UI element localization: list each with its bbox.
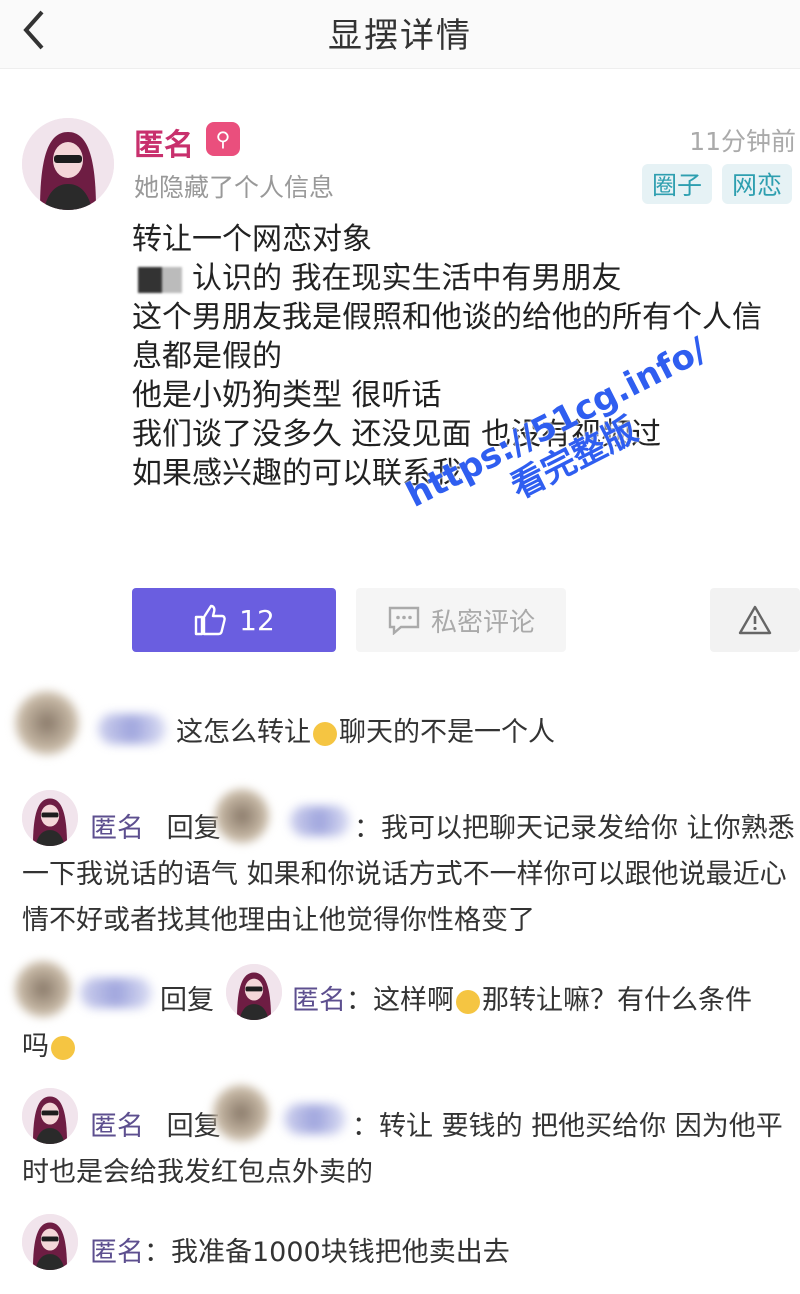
- emoji-smile-icon: [456, 989, 480, 1014]
- private-comment-label: 私密评论: [430, 607, 535, 638]
- avatar-woman-icon: [22, 1088, 78, 1144]
- blurred-username: [98, 714, 166, 744]
- author-name[interactable]: 匿名: [134, 120, 194, 164]
- post-time: 11分钟前: [689, 127, 796, 156]
- comment-author[interactable]: 匿名: [90, 813, 144, 844]
- comment-text: 这怎么转让 聊天的不是一个人: [176, 717, 555, 748]
- chat-bubble-icon: [388, 606, 420, 635]
- tag-online-dating[interactable]: 网恋: [721, 164, 792, 204]
- page-title: 显摆详情: [328, 16, 472, 56]
- comment-text: 时也是会给我发红包点外卖的: [22, 1157, 373, 1188]
- blurred-username: [284, 1104, 346, 1134]
- comment-text: 匿名：我准备1000块钱把他卖出去: [90, 1237, 510, 1268]
- like-button[interactable]: 12: [132, 588, 336, 652]
- comment-text: 一下我说话的语气 如果和你说话方式不一样你可以跟他说最近心: [22, 859, 787, 890]
- anon-avatar[interactable]: [22, 790, 78, 846]
- post-line: 认识的 我在现实生活中有男朋友: [132, 259, 792, 298]
- avatar-woman-icon: [22, 1214, 78, 1270]
- comment-author[interactable]: 匿名: [90, 1237, 144, 1268]
- report-button[interactable]: [710, 588, 800, 652]
- top-bar: 显摆详情: [0, 0, 800, 69]
- reply-label: 回复: [160, 985, 214, 1016]
- comment-header: 匿名 回复: [90, 806, 221, 845]
- post-line: 转让一个网恋对象: [132, 222, 372, 257]
- comment-header: 匿名 回复: [90, 1104, 221, 1143]
- private-comment-button[interactable]: 私密评论: [356, 588, 566, 652]
- emoji-grin-icon: [313, 721, 337, 746]
- thumbs-up-icon: [194, 604, 226, 636]
- comment-text: ：我可以把聊天记录发给你 让你熟悉: [354, 813, 795, 844]
- blurred-avatar: [12, 958, 74, 1020]
- author-avatar[interactable]: [22, 118, 114, 210]
- author-hidden-info: 她隐藏了个人信息: [134, 173, 335, 202]
- reply-target[interactable]: 匿名: [292, 985, 346, 1016]
- blurred-username: [80, 978, 152, 1008]
- warning-triangle-icon: [738, 605, 772, 635]
- emoji-laugh-icon: [51, 1035, 75, 1060]
- comment-text: ：转让 要钱的 把他买给你 因为他平: [352, 1111, 783, 1142]
- redacted-text: [138, 266, 182, 293]
- comment-author[interactable]: 匿名: [90, 1111, 144, 1142]
- blurred-avatar: [210, 1082, 272, 1144]
- anonymous-badge-icon: ⚲: [206, 122, 240, 156]
- comment-text: 情不好或者找其他理由让他觉得你性格变了: [22, 905, 535, 936]
- avatar-woman-icon: [226, 964, 282, 1020]
- anon-avatar[interactable]: [226, 964, 282, 1020]
- like-count: 12: [239, 603, 275, 637]
- comment-text: 匿名：这样啊 那转让嘛？有什么条件: [292, 985, 752, 1016]
- anon-avatar[interactable]: [22, 1214, 78, 1270]
- blurred-avatar: [212, 786, 272, 846]
- comment-text: 吗: [22, 1024, 77, 1063]
- avatar-woman-icon: [22, 790, 78, 846]
- avatar-woman-icon: [22, 118, 114, 210]
- blurred-username: [290, 806, 350, 836]
- anon-avatar[interactable]: [22, 1088, 78, 1144]
- tag-circle[interactable]: 圈子: [641, 164, 712, 204]
- tag-list: 圈子 网恋: [641, 164, 792, 204]
- blurred-avatar: [12, 688, 82, 758]
